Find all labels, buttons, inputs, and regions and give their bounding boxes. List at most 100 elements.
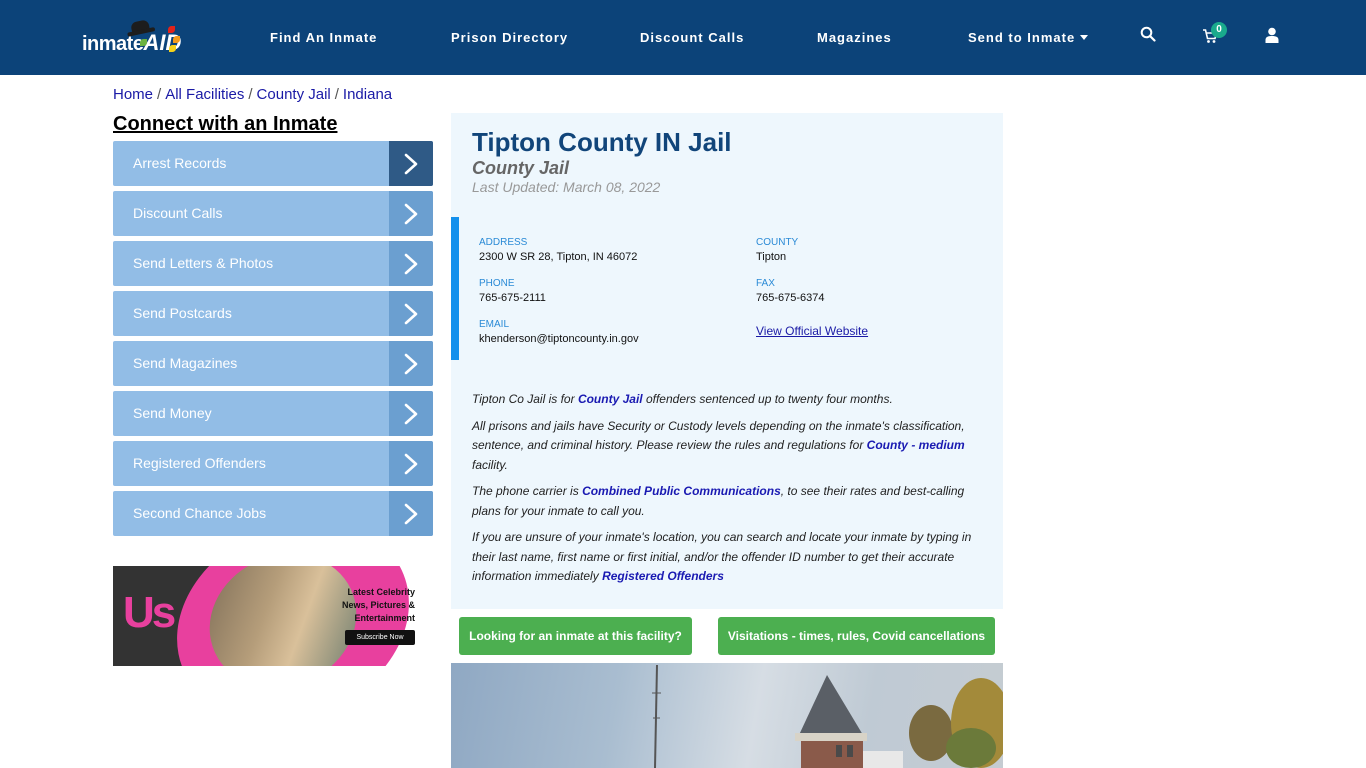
leaf-icon <box>169 45 176 52</box>
sidebar-item-send-magazines[interactable]: Send Magazines <box>113 341 433 386</box>
search-icon <box>1140 26 1156 42</box>
description-text: Tipton Co Jail is for <box>472 392 578 406</box>
us-weekly-ad-banner[interactable]: Us Latest Celebrity News, Pictures & Ent… <box>113 566 433 666</box>
email-label: EMAIL <box>479 319 510 330</box>
ad-brand-logo: Us <box>123 588 176 637</box>
last-updated: Last Updated: March 08, 2022 <box>472 179 661 195</box>
phone-field: PHONE 765-675-2111 <box>479 278 739 304</box>
description-text: facility. <box>472 457 508 472</box>
ad-headline: Latest Celebrity News, Pictures & Entert… <box>342 586 415 625</box>
facility-building-image <box>652 664 1003 768</box>
facility-title: Tipton County IN Jail <box>472 127 732 157</box>
sidebar-item-label: Send Postcards <box>133 305 232 321</box>
cart-count-badge: 0 <box>1211 22 1227 38</box>
breadcrumb-indiana[interactable]: Indiana <box>343 86 392 103</box>
search-button[interactable] <box>1140 26 1160 46</box>
info-accent-bar <box>451 217 459 360</box>
registered-offenders-link[interactable]: Registered Offenders <box>602 569 724 583</box>
chevron-right-icon <box>389 191 433 236</box>
address-label: ADDRESS <box>479 237 528 248</box>
description-paragraph: All prisons and jails have Security or C… <box>472 417 982 476</box>
breadcrumb-home[interactable]: Home <box>113 86 153 103</box>
sidebar-item-discount-calls[interactable]: Discount Calls <box>113 191 433 236</box>
sidebar-item-label: Discount Calls <box>133 205 223 221</box>
sidebar-item-registered-offenders[interactable]: Registered Offenders <box>113 441 433 486</box>
account-button[interactable] <box>1265 27 1285 47</box>
chevron-right-icon <box>389 341 433 386</box>
nav-send-to-inmate-label: Send to Inmate <box>968 30 1076 45</box>
email-value: khenderson@tiptoncounty.in.gov <box>479 333 639 345</box>
phone-carrier-link[interactable]: Combined Public Communications <box>582 484 781 498</box>
leaf-icon <box>173 36 180 43</box>
nav-prison-directory[interactable]: Prison Directory <box>451 30 568 45</box>
user-icon <box>1265 27 1279 43</box>
breadcrumb-separator: / <box>334 86 339 103</box>
sidebar-item-send-letters-photos[interactable]: Send Letters & Photos <box>113 241 433 286</box>
sidebar-menu: Arrest Records Discount Calls Send Lette… <box>113 141 433 541</box>
logo-text-inmate: inmate <box>82 33 144 55</box>
ad-headline-line: News, Pictures & <box>341 600 415 610</box>
caret-down-icon <box>1080 35 1089 40</box>
site-logo[interactable]: inmate AID <box>82 19 181 55</box>
chevron-right-icon <box>389 291 433 336</box>
facility-description: Tipton Co Jail is for County Jail offend… <box>472 390 982 594</box>
nav-send-to-inmate[interactable]: Send to Inmate <box>968 30 1089 45</box>
sidebar-item-label: Send Magazines <box>133 355 238 371</box>
visitations-button[interactable]: Visitations - times, rules, Covid cancel… <box>718 617 995 655</box>
sidebar-title: Connect with an Inmate <box>113 113 338 135</box>
sidebar-item-send-postcards[interactable]: Send Postcards <box>113 291 433 336</box>
breadcrumb-all-facilities[interactable]: All Facilities <box>165 86 244 103</box>
description-paragraph: Tipton Co Jail is for County Jail offend… <box>472 390 982 410</box>
fax-label: FAX <box>756 278 775 289</box>
address-value: 2300 W SR 28, Tipton, IN 46072 <box>479 251 638 263</box>
ad-headline-line: Entertainment <box>354 613 415 623</box>
facility-photo <box>451 663 1003 768</box>
description-paragraph: If you are unsure of your inmate's locat… <box>472 528 982 587</box>
chevron-right-icon <box>389 491 433 536</box>
sidebar-item-label: Send Money <box>133 405 212 421</box>
phone-value: 765-675-2111 <box>479 292 546 304</box>
phone-label: PHONE <box>479 278 515 289</box>
pilgrim-hat-icon <box>130 19 150 33</box>
county-medium-link[interactable]: County - medium <box>867 438 965 452</box>
description-text: The phone carrier is <box>472 484 583 498</box>
description-paragraph: The phone carrier is Combined Public Com… <box>472 482 982 521</box>
fax-field: FAX 765-675-6374 <box>756 278 1016 304</box>
nav-find-an-inmate[interactable]: Find An Inmate <box>270 30 377 45</box>
fax-value: 765-675-6374 <box>756 292 825 304</box>
county-value: Tipton <box>756 251 787 263</box>
ad-subscribe-button[interactable]: Subscribe Now <box>345 630 415 645</box>
sidebar-item-label: Send Letters & Photos <box>133 255 274 271</box>
sidebar-item-arrest-records[interactable]: Arrest Records <box>113 141 433 186</box>
description-text: offenders sentenced up to twenty four mo… <box>642 392 893 406</box>
ad-headline-line: Latest Celebrity <box>347 587 415 597</box>
county-field: COUNTY Tipton <box>756 237 1016 263</box>
county-jail-link[interactable]: County Jail <box>578 392 643 406</box>
find-inmate-at-facility-button[interactable]: Looking for an inmate at this facility? <box>459 617 692 655</box>
sidebar-item-label: Arrest Records <box>133 155 227 171</box>
sidebar-item-send-money[interactable]: Send Money <box>113 391 433 436</box>
sidebar-item-label: Second Chance Jobs <box>133 505 267 521</box>
breadcrumb-separator: / <box>157 86 162 103</box>
nav-discount-calls[interactable]: Discount Calls <box>640 30 744 45</box>
official-website-link[interactable]: View Official Website <box>756 324 868 338</box>
website-field: View Official Website <box>756 322 1016 340</box>
leaf-icon <box>168 26 175 33</box>
chevron-right-icon <box>389 391 433 436</box>
chevron-right-icon <box>389 441 433 486</box>
breadcrumb-county-jail[interactable]: County Jail <box>257 86 331 103</box>
sidebar-item-label: Registered Offenders <box>133 455 266 471</box>
nav-magazines[interactable]: Magazines <box>817 30 892 45</box>
breadcrumb: Home / All Facilities / County Jail / Indiana <box>113 86 392 103</box>
chevron-right-icon <box>389 241 433 286</box>
facility-panel: Tipton County IN Jail County Jail Last U… <box>451 113 1003 609</box>
breadcrumb-separator: / <box>248 86 253 103</box>
chevron-right-icon <box>389 141 433 186</box>
address-field: ADDRESS 2300 W SR 28, Tipton, IN 46072 <box>479 237 739 263</box>
sidebar-item-second-chance-jobs[interactable]: Second Chance Jobs <box>113 491 433 536</box>
facility-type: County Jail <box>472 158 570 178</box>
top-navbar: inmate AID Find An Inmate Prison Directo… <box>0 0 1366 75</box>
email-field: EMAIL khenderson@tiptoncounty.in.gov <box>479 319 739 345</box>
leaf-icon <box>140 39 147 46</box>
county-label: COUNTY <box>756 237 799 248</box>
